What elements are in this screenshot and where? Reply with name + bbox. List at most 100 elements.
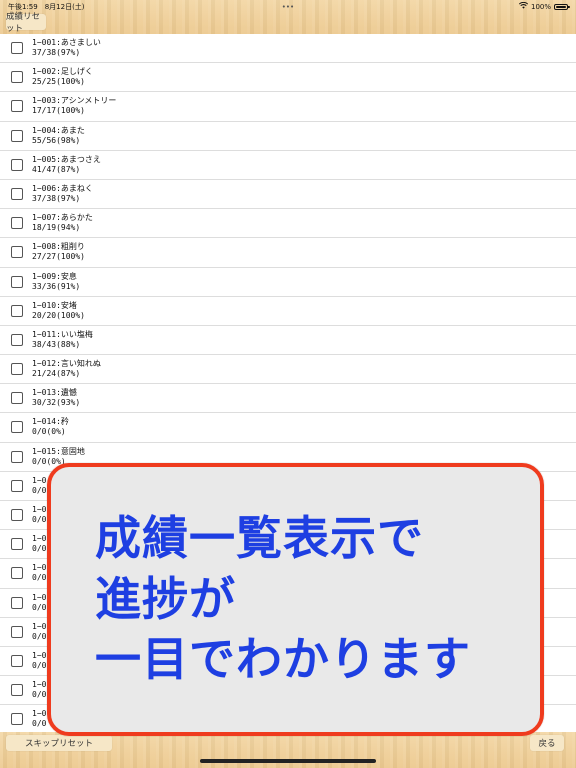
item-checkbox[interactable] xyxy=(11,596,23,609)
list-item[interactable]: 1−006:あまねく 37/38(97%) xyxy=(0,180,576,210)
list-item[interactable]: 1−007:あらかた 18/19(94%) xyxy=(0,209,576,239)
status-right: 100% xyxy=(518,1,570,12)
item-title: 1−011:いい塩梅 xyxy=(32,329,93,339)
promo-callout: 成績一覧表示で 進捗が 一目でわかります xyxy=(47,463,544,736)
item-title: 1−0 xyxy=(32,563,47,573)
item-title: 1−005:あまつさえ xyxy=(32,154,101,164)
item-label: 1−0 0/0 xyxy=(32,622,46,642)
item-title: 1−0 xyxy=(32,592,47,602)
item-title: 1−0 xyxy=(32,680,47,690)
item-checkbox[interactable] xyxy=(11,304,23,317)
item-title: 1−0 xyxy=(32,650,47,660)
item-label: 1−008:粗削り 27/27(100%) xyxy=(32,242,85,262)
item-score: 55/56(98%) xyxy=(32,135,81,145)
item-label: 1−001:あさましい 37/38(97%) xyxy=(32,38,101,58)
list-item[interactable]: 1−012:言い知れぬ 21/24(87%) xyxy=(0,355,576,385)
item-score: 41/47(87%) xyxy=(32,164,81,174)
list-item[interactable]: 1−003:アシンメトリー 17/17(100%) xyxy=(0,92,576,122)
item-label: 1−0 0/0 xyxy=(32,505,46,525)
item-score: 20/20(100%) xyxy=(32,310,85,320)
item-checkbox[interactable] xyxy=(11,713,23,726)
item-label: 1−009:安息 33/36(91%) xyxy=(32,272,80,292)
item-title: 1−004:あまた xyxy=(32,125,85,135)
list-item[interactable]: 1−005:あまつさえ 41/47(87%) xyxy=(0,151,576,180)
item-checkbox[interactable] xyxy=(11,42,23,54)
item-checkbox[interactable] xyxy=(11,158,23,171)
item-title: 1−0 xyxy=(32,505,47,514)
list-item[interactable]: 1−014:矜 0/0(0%) xyxy=(0,413,576,443)
skip-reset-button[interactable]: スキップリセット xyxy=(6,735,112,751)
item-label: 1−003:アシンメトリー 17/17(100%) xyxy=(32,96,116,116)
item-score: 21/24(87%) xyxy=(32,369,81,379)
item-checkbox[interactable] xyxy=(11,654,23,667)
item-checkbox[interactable] xyxy=(11,684,23,697)
list-item[interactable]: 1−013:遺憾 30/32(93%) xyxy=(0,384,576,414)
item-title: 1−007:あらかた xyxy=(32,213,93,223)
item-label: 1−014:矜 0/0(0%) xyxy=(32,417,69,437)
callout-line: 成績一覧表示で xyxy=(95,511,424,565)
back-button[interactable]: 戻る xyxy=(530,735,564,751)
item-score: 38/43(88%) xyxy=(32,339,81,349)
item-checkbox[interactable] xyxy=(11,129,23,142)
callout-line: 一目でわかります xyxy=(95,632,471,686)
item-score: 0/0 xyxy=(32,544,47,554)
item-checkbox[interactable] xyxy=(11,100,23,113)
item-checkbox[interactable] xyxy=(11,246,23,259)
item-title: 1−006:あまねく xyxy=(32,183,93,193)
item-score: 33/36(91%) xyxy=(32,281,81,291)
item-checkbox[interactable] xyxy=(11,71,23,84)
item-label: 1−012:言い知れぬ 21/24(87%) xyxy=(32,359,101,379)
item-checkbox[interactable] xyxy=(11,333,23,346)
list-item[interactable]: 1−010:安堵 20/20(100%) xyxy=(0,297,576,326)
item-checkbox[interactable] xyxy=(11,217,23,230)
item-score: 0/0 xyxy=(32,631,47,641)
item-label: 1−0 0/0 xyxy=(32,476,46,496)
item-title: 1−0 xyxy=(32,621,47,631)
item-checkbox[interactable] xyxy=(11,421,23,434)
item-label: 1−004:あまた 55/56(98%) xyxy=(32,126,85,146)
item-checkbox[interactable] xyxy=(11,363,23,376)
item-label: 1−0 0/0 xyxy=(32,680,46,700)
item-title: 1−015:意固地 xyxy=(32,446,85,456)
item-label: 1−0 0/0 xyxy=(32,563,46,583)
item-label: 1−013:遺憾 30/32(93%) xyxy=(32,388,80,408)
item-score: 0/0 xyxy=(32,690,47,700)
list-item[interactable]: 1−008:粗削り 27/27(100%) xyxy=(0,238,576,268)
list-item[interactable]: 1−011:いい塩梅 38/43(88%) xyxy=(0,326,576,356)
item-title: 1−014:矜 xyxy=(32,417,69,427)
item-score: 18/19(94%) xyxy=(32,223,81,233)
item-score: 0/0 xyxy=(32,573,47,583)
item-score: 0/0 xyxy=(32,719,47,729)
item-checkbox[interactable] xyxy=(11,479,23,492)
item-score: 30/32(93%) xyxy=(32,398,81,408)
item-score: 25/25(100%) xyxy=(32,77,85,87)
item-checkbox[interactable] xyxy=(11,392,23,405)
item-title: 1−0 xyxy=(32,534,47,544)
item-checkbox[interactable] xyxy=(11,509,23,521)
item-label: 1−010:安堵 20/20(100%) xyxy=(32,301,85,321)
item-label: 1−005:あまつさえ 41/47(87%) xyxy=(32,155,101,175)
item-title: 1−0 xyxy=(32,709,47,719)
item-label: 1−007:あらかた 18/19(94%) xyxy=(32,213,93,233)
list-item[interactable]: 1−001:あさましい 37/38(97%) xyxy=(0,34,576,64)
item-title: 1−009:安息 xyxy=(32,271,77,281)
status-multitask-dots[interactable]: ••• xyxy=(0,2,576,12)
item-title: 1−001:あさましい xyxy=(32,38,101,47)
grade-reset-button[interactable]: 成績リセット xyxy=(6,12,46,34)
item-checkbox[interactable] xyxy=(11,625,23,638)
battery-icon xyxy=(554,4,570,10)
list-item[interactable]: 1−004:あまた 55/56(98%) xyxy=(0,122,576,151)
list-item[interactable]: 1−009:安息 33/36(91%) xyxy=(0,268,576,297)
item-score: 0/0 xyxy=(32,485,47,495)
item-checkbox[interactable] xyxy=(11,275,23,288)
item-checkbox[interactable] xyxy=(11,187,23,200)
list-item[interactable]: 1−002:足しげく 25/25(100%) xyxy=(0,63,576,93)
item-label: 1−0 0/0 xyxy=(32,651,46,671)
item-title: 1−002:足しげく xyxy=(32,67,93,77)
home-indicator xyxy=(200,759,376,763)
item-checkbox[interactable] xyxy=(11,538,23,551)
item-checkbox[interactable] xyxy=(11,567,23,580)
item-score: 0/0(0%) xyxy=(32,427,66,437)
item-title: 1−0 xyxy=(32,475,47,485)
item-checkbox[interactable] xyxy=(11,450,23,463)
